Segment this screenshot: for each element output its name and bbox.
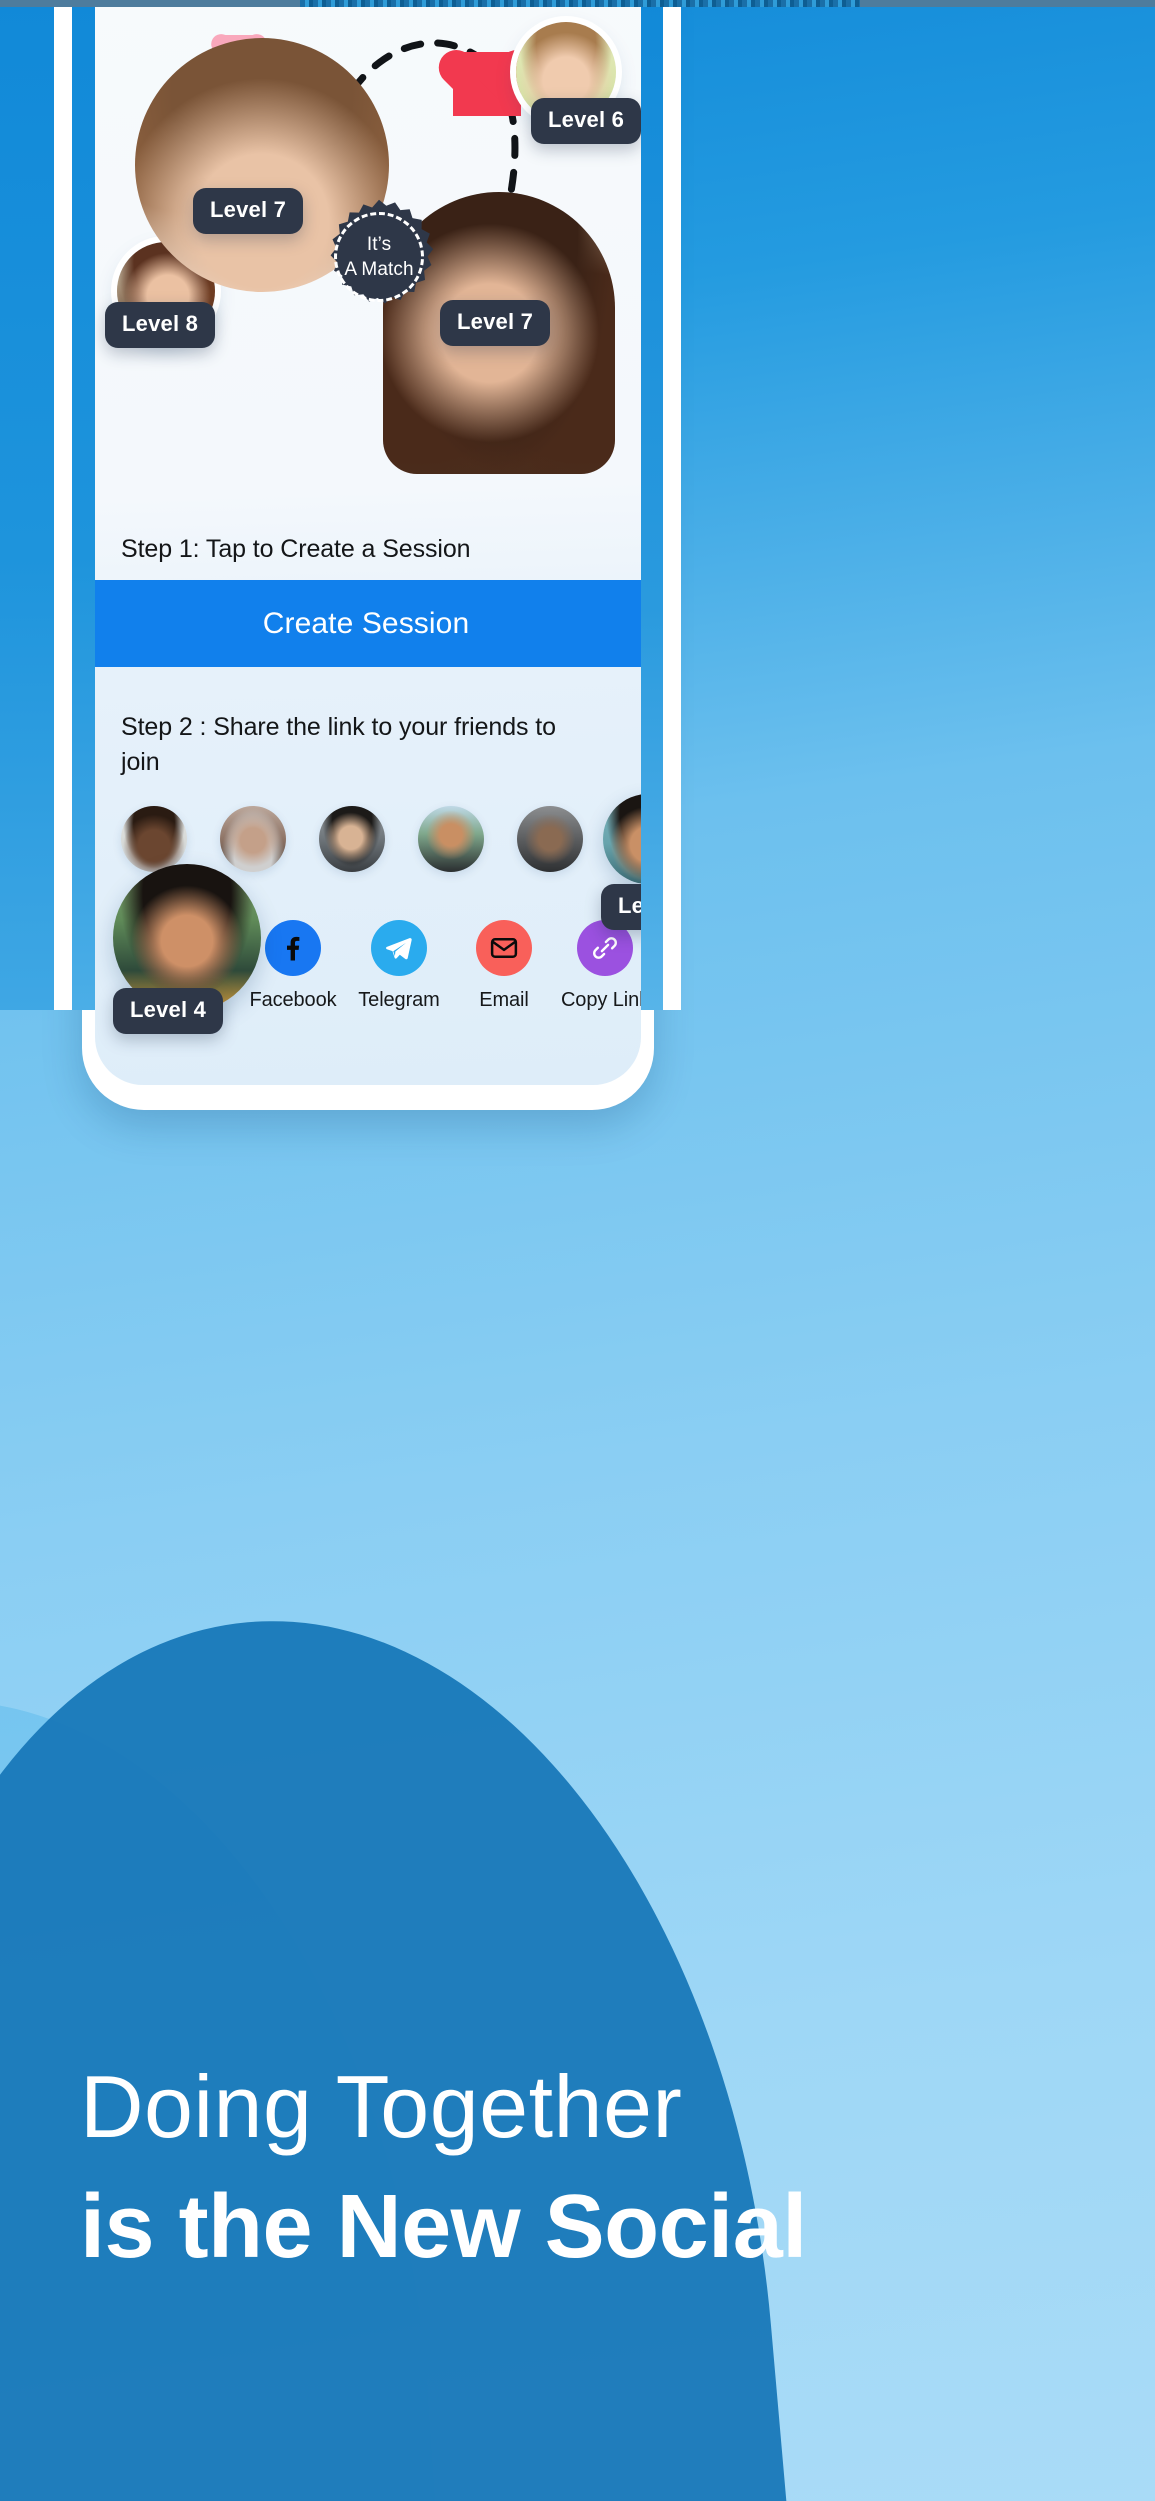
background-swoosh-dark bbox=[0, 1582, 811, 2501]
friend-avatar-2[interactable] bbox=[220, 806, 286, 872]
friend-avatar-5[interactable] bbox=[517, 806, 583, 872]
top-edge-artifact bbox=[300, 0, 860, 7]
level-badge-featured: Level 4 bbox=[113, 988, 224, 1034]
friend-avatar-6[interactable] bbox=[603, 794, 641, 884]
level-badge-friend-6: Level 3 bbox=[601, 884, 641, 930]
friend-avatar-3[interactable] bbox=[319, 806, 385, 872]
its-a-match-badge: It’s A Match bbox=[320, 198, 438, 316]
step-2-label: Step 2 : Share the link to your friends … bbox=[121, 713, 556, 776]
left-inner-blue-band bbox=[72, 0, 96, 1010]
right-blue-band bbox=[641, 0, 663, 1010]
share-label-copy-link: Copy Link bbox=[560, 989, 641, 1011]
create-session-button[interactable]: Create Session bbox=[95, 580, 641, 667]
share-option-telegram[interactable]: Telegram bbox=[344, 920, 454, 1012]
match-line-1: It’s bbox=[366, 234, 392, 255]
headline-line-1: Doing Together bbox=[80, 2057, 683, 2156]
level-badge-woman-left: Level 8 bbox=[105, 302, 216, 348]
share-option-copy-link[interactable]: Copy Link bbox=[550, 920, 641, 1012]
share-option-email[interactable]: Email bbox=[449, 920, 559, 1012]
email-icon bbox=[476, 920, 532, 976]
level-badge-woman-right: Level 7 bbox=[440, 300, 551, 346]
phone-screen: Level 7 Level 7 Level 6 Level 8 It’s A M… bbox=[95, 0, 641, 1085]
facebook-icon bbox=[265, 920, 321, 976]
large-red-heart-icon bbox=[453, 52, 521, 116]
share-label-facebook: Facebook bbox=[249, 989, 337, 1011]
share-label-email: Email bbox=[479, 989, 529, 1011]
friend-avatar-1[interactable] bbox=[121, 806, 187, 872]
left-blue-band bbox=[0, 0, 54, 1010]
promo-screenshot: Level 7 Level 7 Level 6 Level 8 It’s A M… bbox=[0, 0, 1155, 2501]
left-white-stripe bbox=[54, 0, 72, 1010]
telegram-icon bbox=[371, 920, 427, 976]
right-white-stripe bbox=[663, 0, 681, 1010]
share-label-telegram: Telegram bbox=[358, 989, 440, 1011]
step-1-label: Step 1: Tap to Create a Session bbox=[121, 535, 471, 563]
hero-section: Level 7 Level 7 Level 6 Level 8 It’s A M… bbox=[95, 0, 641, 520]
match-line-2: A Match bbox=[344, 259, 414, 280]
level-badge-woman-top-right: Level 6 bbox=[531, 98, 641, 144]
headline-line-2: is the New Social bbox=[80, 2177, 807, 2277]
friend-avatar-4[interactable] bbox=[418, 806, 484, 872]
level-badge-man-center: Level 7 bbox=[193, 188, 304, 234]
headline: Doing Together is the New Social bbox=[80, 2055, 1100, 2281]
